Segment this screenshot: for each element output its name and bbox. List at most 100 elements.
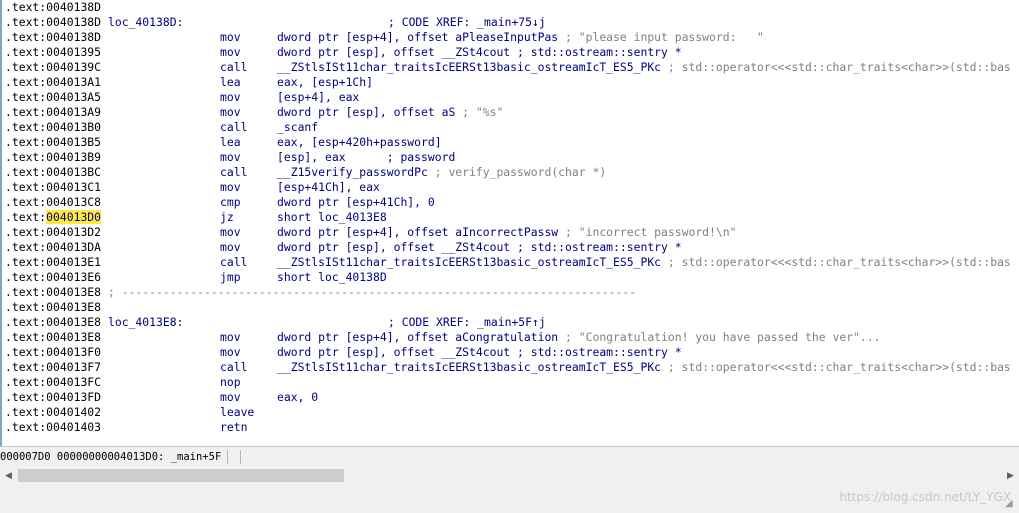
line-address[interactable]: .text:004013D2	[5, 225, 101, 240]
mnemonic[interactable]: mov	[220, 45, 241, 60]
address-value[interactable]: 004013FC	[46, 375, 101, 389]
operand-text[interactable]: dword ptr [esp+41Ch], 0	[277, 195, 435, 209]
line-address[interactable]: .text:004013A9	[5, 105, 101, 120]
operands[interactable]: _scanf	[277, 120, 318, 135]
listing-line[interactable]: .text:004013E8 ; ------------------------…	[2, 285, 1019, 300]
listing-line[interactable]: .text:00401402 leave	[2, 405, 1019, 420]
operands[interactable]: eax, [esp+420h+password]	[277, 135, 442, 150]
listing-line[interactable]: .text:0040138D mov dword ptr [esp+4], offs…	[2, 30, 1019, 45]
address-value[interactable]: 004013C1	[46, 180, 101, 194]
address-value[interactable]: 004013B9	[46, 150, 101, 164]
operands[interactable]: __ZStlsISt11char_traitsIcEERSt13basic_os…	[277, 360, 1011, 375]
mnemonic[interactable]: call	[220, 120, 247, 135]
operands[interactable]: eax, [esp+1Ch]	[277, 75, 373, 90]
operand-text[interactable]: __ZStlsISt11char_traitsIcEERSt13basic_os…	[277, 255, 661, 269]
line-address[interactable]: .text:004013E1	[5, 255, 101, 270]
listing-line[interactable]: .text:0040138D	[2, 0, 1019, 15]
address-value[interactable]: 004013BC	[46, 165, 101, 179]
operand-text[interactable]: dword ptr [esp], offset aS	[277, 105, 455, 119]
line-address[interactable]: .text:00401402	[5, 405, 101, 420]
listing-line[interactable]: .text:004013E8 loc_4013E8: ; CODE XREF: _m…	[2, 315, 1019, 330]
line-address[interactable]: .text:004013D0	[5, 210, 102, 225]
listing-line[interactable]: .text:004013A9 mov dword ptr [esp], offset…	[2, 105, 1019, 120]
horizontal-scrollbar[interactable]: ◀ ▶	[0, 467, 1019, 485]
mnemonic[interactable]: jmp	[220, 270, 241, 285]
listing-line[interactable]: .text:00401403 retn	[2, 420, 1019, 435]
line-address[interactable]: .text:004013F0	[5, 345, 101, 360]
address-value[interactable]: 004013C8	[46, 195, 101, 209]
operand-text[interactable]: _scanf	[277, 120, 318, 134]
resize-grip-icon[interactable]: ◢	[1005, 498, 1017, 510]
listing-line[interactable]: .text:004013E8 mov dword ptr [esp+4], offs…	[2, 330, 1019, 345]
line-address[interactable]: .text:004013C8	[5, 195, 101, 210]
mnemonic[interactable]: nop	[220, 375, 241, 390]
line-address[interactable]: .text:0040138D	[5, 15, 101, 30]
mnemonic[interactable]: mov	[220, 90, 241, 105]
listing-line[interactable]: .text:004013A5 mov [esp+4], eax	[2, 90, 1019, 105]
operands[interactable]: short loc_40138D	[277, 270, 387, 285]
operand-text[interactable]: [esp], eax ; password	[277, 150, 455, 164]
operands[interactable]: dword ptr [esp], offset __ZSt4cout ; std…	[277, 240, 682, 255]
address-value[interactable]: 004013A5	[46, 90, 101, 104]
address-value[interactable]: 004013E8	[46, 285, 101, 299]
mnemonic[interactable]: mov	[220, 225, 241, 240]
listing-line[interactable]: .text:00401395 mov dword ptr [esp], offset…	[2, 45, 1019, 60]
line-address[interactable]: .text:0040139C	[5, 60, 101, 75]
operand-text[interactable]: dword ptr [esp], offset __ZSt4cout ; std…	[277, 345, 682, 359]
line-address[interactable]: .text:004013E8	[5, 285, 101, 300]
mnemonic[interactable]: mov	[220, 180, 241, 195]
operand-text[interactable]: [esp+41Ch], eax	[277, 180, 380, 194]
operands[interactable]: [esp], eax ; password	[277, 150, 455, 165]
line-address[interactable]: .text:0040138D	[5, 30, 101, 45]
mnemonic[interactable]: mov	[220, 240, 241, 255]
listing-line[interactable]: .text:004013F0 mov dword ptr [esp], offset…	[2, 345, 1019, 360]
operands[interactable]: dword ptr [esp], offset __ZSt4cout ; std…	[277, 45, 682, 60]
listing-line[interactable]: .text:004013E1 call __ZStlsISt11char_trait…	[2, 255, 1019, 270]
listing-line[interactable]: .text:004013B9 mov [esp], eax ; password	[2, 150, 1019, 165]
operands[interactable]: eax, 0	[277, 390, 318, 405]
line-address[interactable]: .text:004013B9	[5, 150, 101, 165]
listing-line[interactable]: .text:004013DA mov dword ptr [esp], offset…	[2, 240, 1019, 255]
listing-line[interactable]: .text:004013B0 call _scanf	[2, 120, 1019, 135]
operands[interactable]: [esp+41Ch], eax	[277, 180, 380, 195]
operand-text[interactable]: dword ptr [esp+4], offset aPleaseInputPa…	[277, 30, 558, 44]
disassembly-listing[interactable]: .text:0040138D .text:0040138D loc_40138D:;…	[0, 0, 1019, 446]
code-xref[interactable]: ; CODE XREF: _main+5F↑j	[388, 315, 546, 330]
listing-line[interactable]: .text:004013A1 lea eax, [esp+1Ch]	[2, 75, 1019, 90]
mnemonic[interactable]: lea	[220, 135, 241, 150]
address-value[interactable]: 004013B5	[46, 135, 101, 149]
line-address[interactable]: .text:004013A1	[5, 75, 101, 90]
line-address[interactable]: .text:004013DA	[5, 240, 101, 255]
arrow-right-icon[interactable]: ▶	[1002, 467, 1019, 485]
scrollbar-thumb[interactable]	[18, 469, 344, 482]
highlighted-address[interactable]: 004013D0	[46, 210, 102, 224]
operand-text[interactable]: __ZStlsISt11char_traitsIcEERSt13basic_os…	[277, 60, 661, 74]
mnemonic[interactable]: retn	[220, 420, 247, 435]
mnemonic[interactable]: cmp	[220, 195, 241, 210]
operands[interactable]: dword ptr [esp], offset __ZSt4cout ; std…	[277, 345, 682, 360]
mnemonic[interactable]: call	[220, 255, 247, 270]
address-value[interactable]: 004013E1	[46, 255, 101, 269]
line-address[interactable]: .text:004013B0	[5, 120, 101, 135]
code-xref[interactable]: ; CODE XREF: _main+75↓j	[388, 15, 546, 30]
address-value[interactable]: 004013DA	[46, 240, 101, 254]
operands[interactable]: __ZStlsISt11char_traitsIcEERSt13basic_os…	[277, 60, 1011, 75]
listing-line[interactable]: .text:004013B5 lea eax, [esp+420h+password…	[2, 135, 1019, 150]
code-label[interactable]: loc_40138D:	[108, 15, 183, 30]
listing-line[interactable]: .text:004013FC nop	[2, 375, 1019, 390]
line-address[interactable]: .text:004013FC	[5, 375, 101, 390]
operands[interactable]: dword ptr [esp+4], offset aPleaseInputPa…	[277, 30, 764, 45]
line-address[interactable]: .text:004013E8	[5, 315, 101, 330]
line-address[interactable]: .text:004013F7	[5, 360, 101, 375]
operands[interactable]: dword ptr [esp+41Ch], 0	[277, 195, 435, 210]
listing-line[interactable]: .text:004013C1 mov [esp+41Ch], eax	[2, 180, 1019, 195]
listing-line[interactable]: .text:004013E6 jmp short loc_40138D	[2, 270, 1019, 285]
listing-line[interactable]: .text:0040139C call __ZStlsISt11char_trait…	[2, 60, 1019, 75]
operands[interactable]: dword ptr [esp+4], offset aIncorrectPass…	[277, 225, 736, 240]
operands[interactable]: __Z15verify_passwordPc ; verify_password…	[277, 165, 606, 180]
mnemonic[interactable]: mov	[220, 390, 241, 405]
mnemonic[interactable]: mov	[220, 105, 241, 120]
operand-text[interactable]: __ZStlsISt11char_traitsIcEERSt13basic_os…	[277, 360, 661, 374]
operand-text[interactable]: dword ptr [esp], offset __ZSt4cout ; std…	[277, 240, 682, 254]
line-address[interactable]: .text:00401403	[5, 420, 101, 435]
